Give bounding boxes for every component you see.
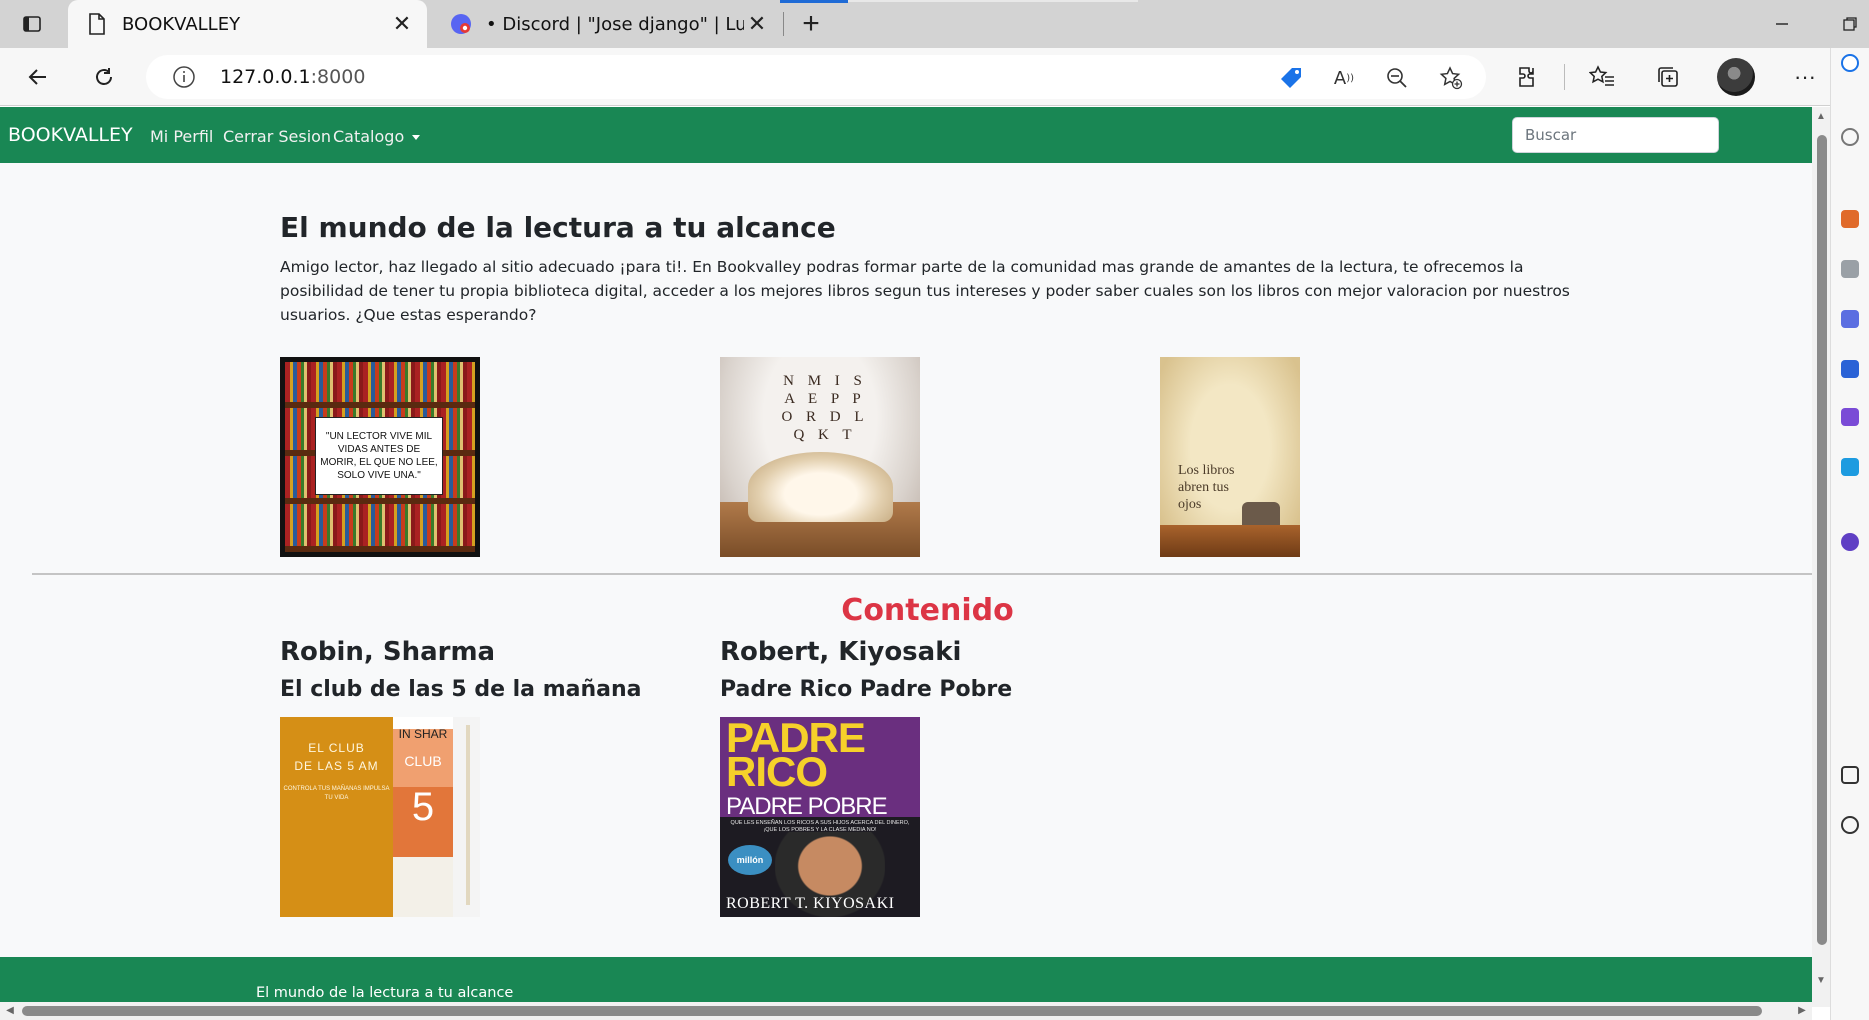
tab-title: BOOKVALLEY [122,13,241,35]
outlook-icon[interactable] [1841,408,1859,426]
cover-line2: DE LAS 5 AM [294,759,379,773]
sidebar-gear-icon[interactable] [1841,816,1859,834]
hero-title: El mundo de la lectura a tu alcance [280,211,836,244]
bookshelf-illustration: "UN LECTOR VIVE MIL VIDAS ANTES DE MORIR… [285,362,475,552]
toolbar-separator [1564,64,1565,90]
cover-front: EL CLUB DE LAS 5 AM CONTROLA TUS MAÑANAS … [280,717,393,917]
new-tab-button[interactable]: + [793,7,829,40]
zoom-out-icon[interactable] [1382,63,1412,93]
add-favorite-icon[interactable] [1436,63,1466,93]
page-icon [86,13,108,35]
tab-loading-track [848,0,1138,2]
search-icon[interactable] [1841,128,1859,146]
brand-link[interactable]: BOOKVALLEY [8,124,133,146]
cover-club-text: CLUB [404,753,442,769]
hero-description: Amigo lector, haz llegado al sitio adecu… [280,258,1570,324]
cover-back: IN SHAR CLUB 5 [393,717,453,917]
book-author: Robert, Kiyosaki [720,637,962,667]
cover-line1: EL CLUB [308,741,365,755]
refresh-icon[interactable] [86,59,122,95]
more-options-icon[interactable]: ··· [1787,59,1823,95]
tab-bookvalley[interactable]: BOOKVALLEY ✕ [68,0,427,48]
nav-mi-perfil[interactable]: Mi Perfil [150,127,213,146]
book-cover[interactable]: EL CLUB DE LAS 5 AM CONTROLA TUS MAÑANAS … [280,717,480,917]
site-footer: El mundo de la lectura a tu alcance [0,957,1812,1007]
cover-subtitle: PADRE POBRE [726,793,888,820]
site-navbar: BOOKVALLEY Mi Perfil Cerrar Sesion Catal… [0,107,1812,163]
wooden-floor [1160,525,1300,557]
horizontal-scrollbar[interactable]: ◀ ▶ [0,1002,1812,1020]
back-icon[interactable] [20,59,56,95]
tab-title: • Discord | "Jose django" | Lumet [486,13,744,35]
quote-text: "UN LECTOR VIVE MIL VIDAS ANTES DE MORIR… [315,417,443,495]
page-viewport: BOOKVALLEY Mi Perfil Cerrar Sesion Catal… [0,107,1812,1007]
nav-catalogo-dropdown[interactable]: Catalogo [333,127,421,146]
cover-edge [466,725,470,905]
nav-catalogo-label: Catalogo [333,127,405,146]
browser-toolbar: 127.0.0.1:8000 A)) ··· [0,48,1869,106]
telegram-icon[interactable] [1841,458,1859,476]
scroll-left-icon[interactable]: ◀ [4,1005,16,1017]
close-tab-icon[interactable]: ✕ [744,11,770,37]
copilot-icon[interactable] [1841,54,1859,72]
address-bar[interactable]: 127.0.0.1:8000 A)) [146,55,1486,99]
tools-icon[interactable] [1841,260,1859,278]
scroll-up-icon[interactable]: ▲ [1815,111,1827,123]
favorites-icon[interactable] [1584,59,1620,95]
office-icon[interactable] [1841,360,1859,378]
book-cover[interactable]: PADRE RICO PADRE POBRE QUE LES ENSEÑAN LO… [720,717,920,917]
url-text: 127.0.0.1:8000 [220,66,366,88]
search-input[interactable]: Buscar [1512,117,1719,153]
profile-avatar[interactable] [1717,58,1755,96]
cover-title: PADRE RICO [726,717,866,795]
scroll-right-icon[interactable]: ▶ [1796,1005,1808,1017]
cover-subtitle: CONTROLA TUS MAÑANAS IMPULSA TU VIDA [283,786,390,801]
libros-caption: Los libros abren tus ojos [1178,463,1235,512]
read-aloud-icon[interactable]: A)) [1329,63,1359,93]
content-heading: Contenido [841,593,1014,628]
cover-badge: millón [728,845,772,875]
games-icon[interactable] [1841,310,1859,328]
gallery-image-bookshelf: "UN LECTOR VIVE MIL VIDAS ANTES DE MORIR… [280,357,480,557]
footer-text: El mundo de la lectura a tu alcance [256,985,514,1001]
horizontal-scroll-thumb[interactable] [22,1006,1762,1016]
open-book-illustration [748,452,893,522]
gallery-image-libros: Los libros abren tus ojos [1160,357,1300,557]
book-card: Robert, Kiyosaki Padre Rico Padre Pobre … [720,637,1012,917]
flying-letters: N M I S A E P P O R D L Q K T [781,373,869,443]
chevron-down-icon [412,135,421,140]
vertical-scroll-thumb[interactable] [1817,135,1827,945]
tab-separator [783,12,784,36]
tab-discord[interactable]: • Discord | "Jose django" | Lumet ✕ [432,0,782,48]
book-card: Robin, Sharma El club de las 5 de la mañ… [280,637,641,917]
discord-icon [450,13,472,35]
tab-loading-indicator [780,0,848,3]
section-divider [32,573,1812,575]
extensions-icon[interactable] [1510,59,1546,95]
minimize-icon[interactable] [1758,8,1806,40]
restore-icon[interactable] [1830,8,1869,40]
book-title: El club de las 5 de la mañana [280,677,642,702]
tab-actions-icon[interactable] [8,8,56,40]
browser-side-panel [1830,48,1869,1020]
cover-number: 5 [411,785,435,829]
coupon-tag-icon[interactable] [1276,63,1306,93]
collections-icon[interactable] [1650,59,1686,95]
cover-author: ROBERT T. KIYOSAKI [726,895,895,912]
nav-cerrar-sesion[interactable]: Cerrar Sesion [223,127,331,146]
book-author: Robin, Sharma [280,637,496,667]
shopping-icon[interactable] [1841,210,1859,228]
site-info-icon[interactable] [172,65,196,89]
browser-tab-strip: BOOKVALLEY ✕ • Discord | "Jose django" |… [0,0,1869,48]
gallery-image-open-book: N M I S A E P P O R D L Q K T [720,357,920,557]
sidebar-settings-icon[interactable] [1841,766,1859,784]
add-app-icon[interactable] [1841,533,1859,551]
cover-spine-text: IN SHAR [398,727,448,741]
scroll-down-icon[interactable]: ▼ [1815,975,1827,987]
book-title: Padre Rico Padre Pobre [720,677,1013,702]
vertical-scrollbar[interactable]: ▲ ▼ [1812,107,1830,1007]
close-tab-icon[interactable]: ✕ [389,11,415,37]
